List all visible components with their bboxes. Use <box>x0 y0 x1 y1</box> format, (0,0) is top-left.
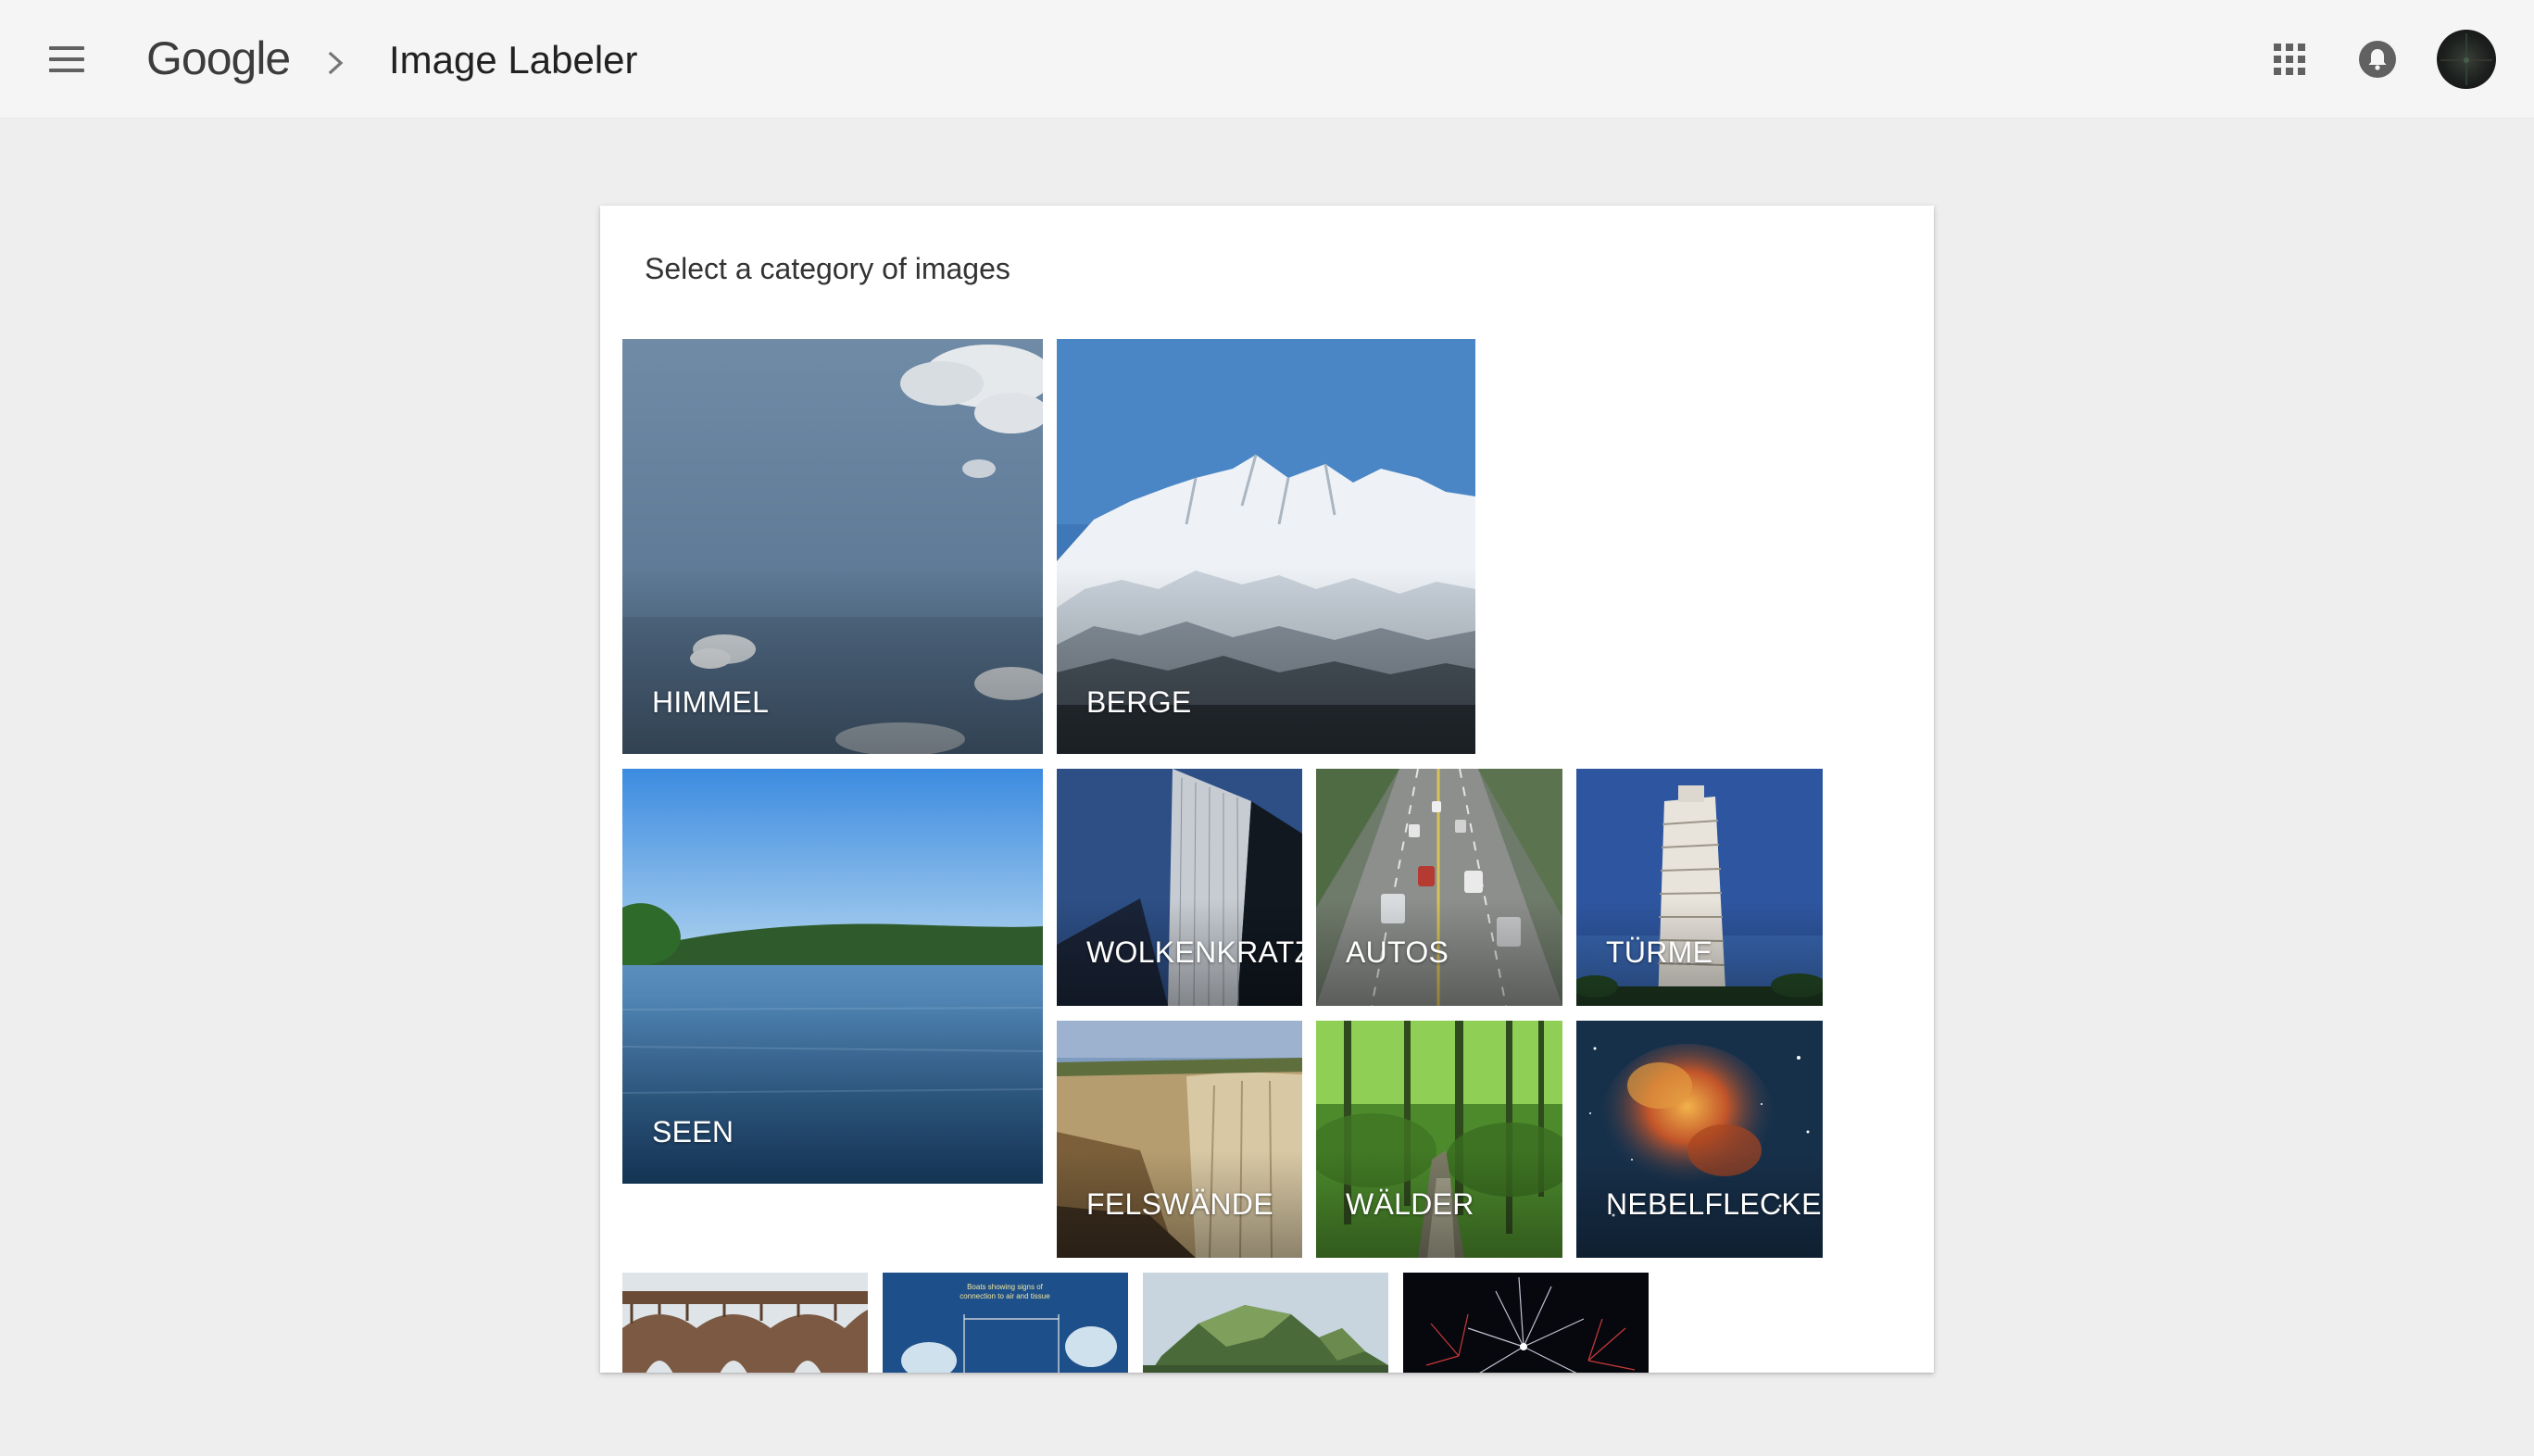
category-tile-waelder[interactable]: WÄLDER <box>1316 1021 1562 1258</box>
diagram-thumb-text: Boats showing signs of <box>967 1283 1044 1291</box>
category-label: AUTOS <box>1346 935 1449 969</box>
category-tile-tuerme[interactable]: TÜRME <box>1576 769 1823 1006</box>
category-tile-seen[interactable]: SEEN <box>622 769 1043 1184</box>
avatar[interactable] <box>2437 30 2496 89</box>
category-tile-autos[interactable]: AUTOS <box>1316 769 1562 1006</box>
top-app-bar: Google Image Labeler <box>0 0 2534 119</box>
category-tile-berge[interactable]: BERGE <box>1057 339 1475 754</box>
category-tile-diagram[interactable]: Boats showing signs of connection to air… <box>883 1273 1128 1373</box>
diagram-thumb-text: connection to air and tissue <box>960 1292 1050 1300</box>
bridge-image <box>622 1273 868 1373</box>
category-tile-nebelflecke[interactable]: NEBELFLECKE <box>1576 1021 1823 1258</box>
category-label: SEEN <box>652 1115 734 1148</box>
category-label: WOLKENKRATZER <box>1086 935 1302 969</box>
category-label: WÄLDER <box>1346 1187 1474 1221</box>
category-tile-wolkenkratzer[interactable]: WOLKENKRATZER <box>1057 769 1302 1006</box>
apps-grid-icon[interactable] <box>2274 44 2305 75</box>
category-label: NEBELFLECKE <box>1606 1187 1822 1221</box>
menu-icon[interactable] <box>46 41 87 78</box>
card-heading: Select a category of images <box>645 252 1010 285</box>
app-title[interactable]: Image Labeler <box>389 33 638 87</box>
fireworks-image <box>1403 1273 1649 1373</box>
coast-image <box>1143 1273 1388 1373</box>
category-label: HIMMEL <box>652 685 770 719</box>
category-tile-himmel[interactable]: HIMMEL <box>622 339 1043 754</box>
chevron-right-icon <box>328 51 344 75</box>
diagram-image: Boats showing signs of connection to air… <box>883 1273 1128 1373</box>
category-tile-felswaende[interactable]: FELSWÄNDE <box>1057 1021 1302 1258</box>
category-tile-coast[interactable] <box>1143 1273 1388 1373</box>
category-card: Select a category of images HIMMEL BERGE… <box>600 206 1934 1373</box>
category-label: FELSWÄNDE <box>1086 1187 1273 1221</box>
notifications-icon[interactable] <box>2358 40 2397 79</box>
category-tile-bridge[interactable] <box>622 1273 868 1373</box>
google-logo[interactable]: Google <box>146 28 291 89</box>
category-label: BERGE <box>1086 685 1192 719</box>
category-label: TÜRME <box>1606 935 1713 969</box>
category-tile-fireworks[interactable] <box>1403 1273 1649 1373</box>
